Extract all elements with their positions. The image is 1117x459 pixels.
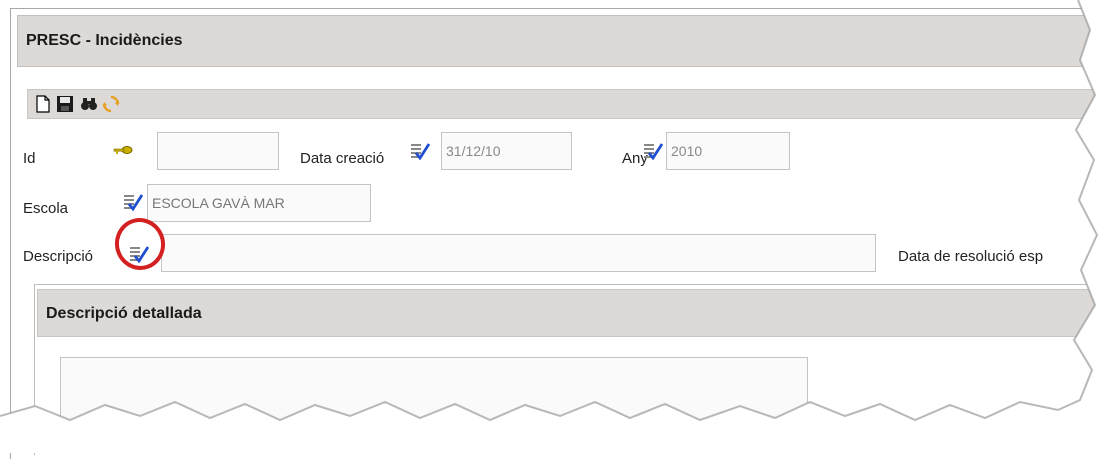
- save-icon[interactable]: [56, 95, 74, 113]
- id-label: Id: [23, 150, 36, 167]
- data-creacio-field[interactable]: 31/12/10: [441, 132, 572, 170]
- detail-section-title: Descripció detallada: [46, 305, 202, 322]
- key-icon: [113, 146, 133, 154]
- required-check-icon: [411, 143, 430, 161]
- find-icon[interactable]: [80, 95, 98, 113]
- new-document-icon[interactable]: [34, 95, 52, 113]
- title-bar: PRESC - Incidències: [17, 15, 1117, 67]
- any-field[interactable]: 2010: [666, 132, 790, 170]
- required-check-icon: [644, 143, 663, 161]
- data-creacio-label: Data creació: [300, 150, 385, 167]
- form-window: PRESC - Incidències Id Data creació 31/1…: [10, 8, 1117, 459]
- refresh-icon[interactable]: [102, 95, 120, 113]
- page-title: PRESC - Incidències: [26, 32, 183, 49]
- detail-textarea[interactable]: [60, 357, 808, 429]
- required-check-icon: [124, 194, 143, 212]
- data-resolucio-label: Data de resolució esp: [898, 248, 1044, 265]
- descripcio-field[interactable]: [161, 234, 876, 272]
- detail-section: Descripció detallada: [34, 284, 1117, 455]
- escola-label: Escola: [23, 200, 69, 217]
- id-field[interactable]: [157, 132, 279, 170]
- detail-section-header: Descripció detallada: [37, 289, 1117, 337]
- descripcio-label: Descripció: [23, 248, 94, 265]
- toolbar: [27, 89, 1117, 119]
- escola-field[interactable]: ESCOLA GAVÀ MAR: [147, 184, 371, 222]
